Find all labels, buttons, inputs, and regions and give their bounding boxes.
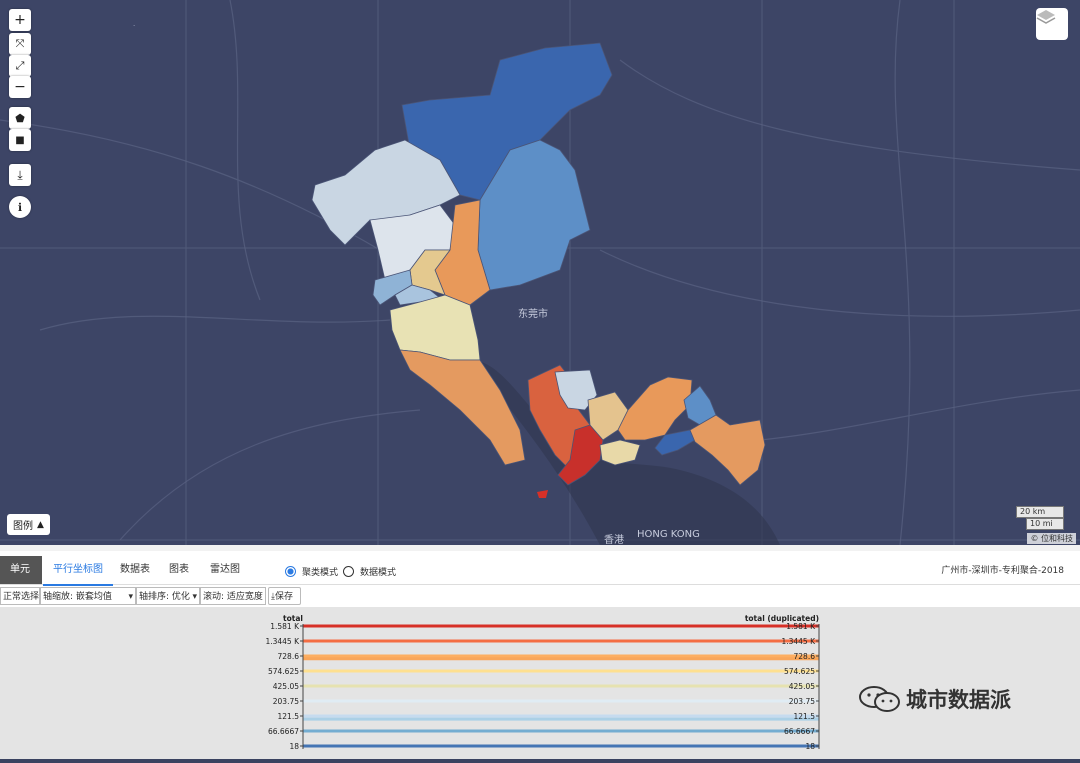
- axis-tick-label: 1.3445 K: [265, 637, 300, 646]
- mode-cluster-radio[interactable]: 聚类模式: [285, 565, 338, 578]
- tab-chart[interactable]: 图表: [159, 556, 199, 584]
- tab-parallel-coordinates[interactable]: 平行坐标图: [43, 556, 113, 586]
- draw-polygon-button[interactable]: ⬟: [9, 107, 31, 129]
- tab-data-table[interactable]: 数据表: [110, 556, 160, 584]
- plus-icon: +: [14, 12, 26, 28]
- axis-tick-label: 425.05: [789, 682, 815, 691]
- info-icon: ℹ: [17, 200, 23, 214]
- legend-label: 图例: [13, 521, 33, 532]
- axis-tick-label: 574.625: [268, 667, 299, 676]
- axis-tick-label: 66.6667: [784, 727, 815, 736]
- fullscreen-button[interactable]: ⤢: [9, 55, 31, 77]
- scale-bar-mi: 10 mi: [1026, 518, 1064, 530]
- download-button[interactable]: ⤓: [9, 164, 31, 186]
- watermark-text: 城市数据派: [906, 688, 1011, 712]
- zoom-out-button[interactable]: −: [9, 76, 31, 98]
- axis-zoom-dropdown[interactable]: 轴缩放: 嵌套均值 ▾: [40, 587, 136, 605]
- parallel-coordinates-svg[interactable]: total total (duplicated) 1.581 K1.3445 K…: [0, 607, 1080, 759]
- chevron-up-icon: ▲: [37, 519, 44, 530]
- select-mode-dropdown[interactable]: 正常选择: [0, 587, 40, 605]
- draw-rectangle-button[interactable]: ■: [9, 129, 31, 151]
- map-view[interactable]: · 东莞市 HONG KONG 香港 + ⤧ ⤢ − ⬟ ■ ⤓ ℹ 图例 ▲ …: [0, 0, 1080, 545]
- axis-tick-label: 203.75: [273, 697, 299, 706]
- axis-order-dropdown[interactable]: 轴排序: 优化 ▾: [136, 587, 200, 605]
- axis-tick-label: 1.581 K: [270, 622, 300, 631]
- axis-tick-label: 574.625: [784, 667, 815, 676]
- zoom-in-button[interactable]: +: [9, 9, 31, 31]
- info-button[interactable]: ℹ: [9, 196, 31, 218]
- tab-radar[interactable]: 雷达图: [200, 556, 250, 584]
- caret-down-icon: ▾: [192, 592, 197, 602]
- axis-tick-label: 728.6: [278, 652, 300, 661]
- layers-icon: [1036, 10, 1056, 24]
- square-icon: ■: [15, 134, 25, 146]
- polygon-icon: ⬟: [15, 111, 25, 125]
- mode-data-radio[interactable]: 数据模式: [343, 565, 396, 578]
- scroll-dropdown[interactable]: 滚动: 适应宽度: [200, 587, 266, 605]
- city-label-xianggang: 香港: [604, 535, 624, 545]
- scale-bar-km: 20 km: [1016, 506, 1064, 518]
- city-label-hongkong: HONG KONG: [637, 529, 700, 540]
- diagonal-arrows-icon: ⤢: [15, 59, 25, 72]
- caret-down-icon: ▾: [128, 592, 133, 602]
- axis-tick-label: 1.581 K: [786, 622, 816, 631]
- wechat-watermark: 城市数据派: [858, 684, 1011, 714]
- save-label: 保存: [274, 592, 293, 602]
- region-nansha: [399, 349, 526, 466]
- map-attribution[interactable]: © 位和科技: [1027, 533, 1076, 544]
- place-label: ·: [133, 22, 136, 30]
- axis-tick-label: 121.5: [794, 712, 816, 721]
- axis-zoom-label: 轴缩放: 嵌套均值: [43, 592, 112, 602]
- parallel-coordinates-chart[interactable]: total total (duplicated) 1.581 K 1.3445 K…: [0, 607, 1080, 759]
- dataset-title: 广州市-深圳市-专利聚合-2018: [941, 566, 1064, 576]
- save-button[interactable]: ⤓保存: [268, 587, 301, 605]
- region-dapeng: [689, 414, 766, 486]
- axis-tick-label: 121.5: [278, 712, 300, 721]
- expand-icon: ⤧: [15, 37, 25, 50]
- region-island: [537, 490, 548, 498]
- axis-order-label: 轴排序: 优化: [139, 592, 190, 602]
- mode-data-label: 数据模式: [360, 568, 397, 578]
- axis-tick-label: 1.3445 K: [781, 637, 816, 646]
- legend-button[interactable]: 图例 ▲: [7, 514, 50, 535]
- tab-unit[interactable]: 单元: [0, 556, 42, 584]
- layers-button[interactable]: [1036, 8, 1068, 40]
- region-futian: [599, 439, 641, 466]
- minus-icon: −: [14, 79, 26, 95]
- panel-tabs: 单元 平行坐标图 数据表 图表 雷达图 聚类模式 数据模式 广州市-深圳市-专利…: [0, 556, 1080, 586]
- fit-extent-button[interactable]: ⤧: [9, 33, 31, 55]
- axis-tick-label: 66.6667: [268, 727, 299, 736]
- radio-unselected-icon: [343, 566, 354, 577]
- radio-selected-icon: [285, 566, 296, 577]
- axis-tick-label: 728.6: [794, 652, 816, 661]
- axis-tick-label: 18: [805, 742, 815, 751]
- region-longgang: [617, 376, 693, 441]
- city-label-dongguan: 东莞市: [518, 309, 548, 320]
- wechat-icon: [859, 686, 900, 712]
- map-canvas[interactable]: [0, 0, 1080, 545]
- axis-tick-label: 203.75: [789, 697, 815, 706]
- download-icon: ⤓: [17, 167, 23, 182]
- axis-tick-label: 18: [289, 742, 299, 751]
- mode-cluster-label: 聚类模式: [302, 568, 339, 578]
- axis-tick-label: 425.05: [273, 682, 299, 691]
